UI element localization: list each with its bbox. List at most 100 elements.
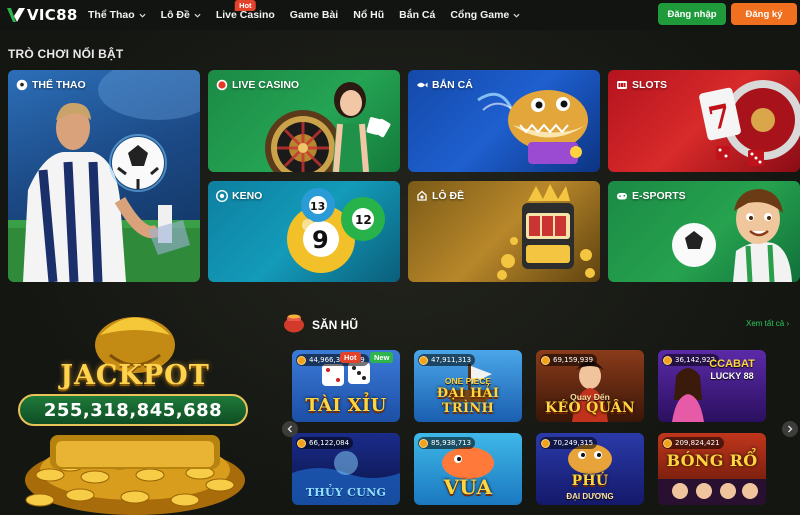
nav-label: Game Bài (289, 9, 339, 21)
game-title: BÓNG RỔ (666, 451, 758, 470)
game-title: ĐẠI HẢI TRÌNH (436, 386, 500, 416)
jackpot-amount: 255,318,845,688 (18, 394, 248, 426)
card-label: BẮN CÁ (416, 79, 473, 91)
card-title: KENO (232, 190, 263, 202)
chevron-right-icon: › (786, 319, 790, 328)
slot-machine-icon (617, 81, 627, 89)
nav-item-ban-ca[interactable]: Bắn Cá (399, 9, 435, 21)
card-title: SLOTS (632, 79, 668, 91)
card-title: LÔ ĐỀ (432, 190, 465, 202)
nav-label: Thể Thao (88, 9, 135, 21)
coin-icon (663, 438, 672, 448)
game-title: KÉO QUÂN (545, 400, 635, 416)
jackpot-pill: 85,938,713 (418, 437, 476, 449)
coin-icon (663, 355, 672, 365)
jackpot-pill: 66,122,084 (296, 437, 354, 449)
game-subtitle: ONE PIECE (444, 376, 492, 386)
chevron-left-icon (287, 425, 292, 433)
chevron-down-icon (139, 13, 146, 18)
jackpot-value: 66,122,084 (309, 439, 350, 447)
game-title: TÀI XỈU (305, 395, 387, 416)
card-live-casino[interactable]: LIVE CASINO (208, 70, 400, 172)
jackpot-pill: 47,911,313 (418, 354, 476, 366)
logo-v-icon (7, 8, 25, 22)
game-title: LUCKY 88 (710, 371, 754, 381)
game-tile-bong-ro[interactable]: 209,824,421 BÓNG RỔ (658, 433, 766, 505)
soccer-ball-icon (16, 79, 28, 91)
chevron-down-icon (194, 13, 201, 18)
game-tile-ty-phu-dai-duong[interactable]: 70,249,315 PHÚ ĐẠI DƯƠNG (536, 433, 644, 505)
card-label: E-SPORTS (616, 190, 686, 202)
card-label: LÔ ĐỀ (416, 190, 464, 202)
coin-icon (419, 438, 428, 448)
jackpot-value: 47,911,313 (431, 356, 472, 364)
register-button[interactable]: Đăng ký (731, 3, 797, 25)
nav-label: Cổng Game (450, 9, 510, 21)
new-badge: New (370, 352, 394, 363)
coin-icon (297, 438, 306, 448)
jackpot-pill: 70,249,315 (540, 437, 598, 449)
main-nav: Thể Thao Lô Đề Hot Live Casino Game Bài … (88, 0, 535, 30)
nav-label: Nổ Hũ (353, 9, 385, 21)
carousel-prev-button[interactable] (282, 421, 298, 437)
nav-label: Bắn Cá (399, 9, 436, 21)
game-tile-vua[interactable]: 85,938,713 VUA (414, 433, 522, 505)
san-hu-title: SĂN HŨ (312, 318, 359, 332)
soccer-player-illustration (8, 70, 200, 282)
red-dot-icon (216, 79, 228, 91)
card-label: KENO (216, 190, 262, 202)
jackpot-value: 69,159,939 (553, 356, 594, 364)
game-title: THỦY CUNG (305, 486, 387, 499)
see-all-label: Xem tất cả (746, 319, 785, 328)
game-tile-dai-hai-trinh[interactable]: 47,911,313 ONE PIECE ĐẠI HẢI TRÌNH (414, 350, 522, 422)
card-title: LIVE CASINO (232, 79, 300, 91)
jackpot-title: JACKPOT (60, 360, 210, 391)
keno-ball-icon (216, 190, 228, 202)
card-label: LIVE CASINO (216, 79, 299, 91)
game-tile-thuy-cung[interactable]: 66,122,084 THỦY CUNG (292, 433, 400, 505)
svg-text:12: 12 (355, 213, 372, 227)
card-keno[interactable]: 9 13 12 KENO (208, 181, 400, 282)
top-navigation-bar: VIC88 Thể Thao Lô Đề Hot Live Casino Gam… (0, 0, 800, 30)
nav-item-the-thao[interactable]: Thể Thao (88, 9, 146, 21)
carousel-next-button[interactable] (782, 421, 798, 437)
card-title: BẮN CÁ (432, 79, 473, 91)
card-e-sports[interactable]: E-SPORTS (608, 181, 800, 282)
nav-item-cong-game[interactable]: Cổng Game (450, 9, 520, 21)
card-slots[interactable]: 7 SLOTS (608, 70, 800, 172)
game-tile-keo-quan[interactable]: 69,159,939 Quay Đến KÉO QUÂN (536, 350, 644, 422)
card-the-thao[interactable]: THỂ THAO (8, 70, 200, 282)
coin-icon (419, 355, 428, 365)
nav-item-no-hu[interactable]: Nổ Hũ (353, 9, 384, 21)
chevron-right-icon (788, 425, 793, 433)
jackpot-value: 209,824,421 (675, 439, 720, 447)
jackpot-value: 85,938,713 (431, 439, 472, 447)
site-logo[interactable]: VIC88 (6, 6, 78, 24)
fish-icon (417, 82, 428, 88)
lottery-icon (417, 190, 427, 201)
game-title: VUA (443, 475, 493, 499)
hot-badge: Hot (340, 352, 361, 363)
nav-label: Lô Đề (160, 9, 190, 21)
featured-section-title: TRÒ CHƠI NỔI BẬT (8, 47, 124, 61)
card-label: THỂ THAO (16, 79, 86, 91)
card-title: E-SPORTS (632, 190, 686, 202)
coin-icon (541, 438, 550, 448)
nav-item-game-bai[interactable]: Game Bài (290, 9, 338, 21)
jackpot-pill: 209,824,421 (662, 437, 724, 449)
card-lo-de[interactable]: LÔ ĐỀ (408, 181, 600, 282)
logo-text: VIC88 (27, 6, 78, 24)
card-title: THỂ THAO (32, 79, 86, 91)
see-all-link[interactable]: Xem tất cả › (746, 319, 789, 328)
nav-item-live-casino[interactable]: Hot Live Casino (216, 0, 275, 21)
jackpot-value: 70,249,315 (553, 439, 594, 447)
card-label: SLOTS (616, 79, 667, 91)
gamepad-icon (617, 193, 627, 200)
nav-item-lo-de[interactable]: Lô Đề (161, 9, 201, 21)
coin-icon (541, 355, 550, 365)
login-button[interactable]: Đăng nhập (658, 3, 726, 25)
game-tile-lucky-88[interactable]: 36,142,922 CCABAT LUCKY 88 (658, 350, 766, 422)
game-tile-tai-xiu[interactable]: 44,966,359,169 Hot New TÀI XỈU (292, 350, 400, 422)
card-ban-ca[interactable]: BẮN CÁ (408, 70, 600, 172)
jackpot-pot-icon (284, 314, 304, 333)
